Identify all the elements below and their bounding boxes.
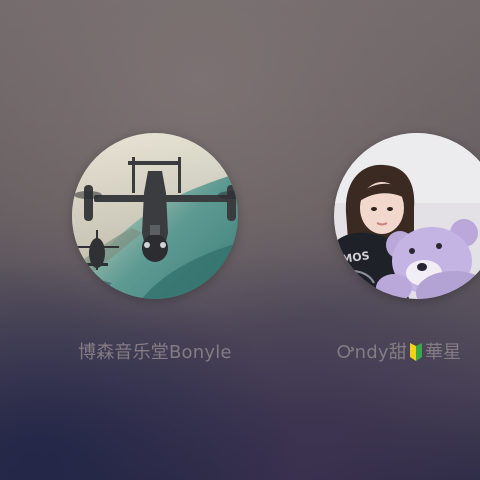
- contact-name-2-suffix: 華星: [424, 342, 462, 363]
- contact-name-1[interactable]: 博森音乐堂Bonyle: [78, 341, 232, 365]
- girl-with-teddy-bear-photo: MOS: [334, 133, 480, 299]
- contact-name-1-text: 博森音乐堂Bonyle: [78, 342, 232, 363]
- contact-avatar-1[interactable]: [72, 133, 238, 299]
- aircraft-photo: [72, 133, 238, 299]
- contact-avatar-2[interactable]: MOS: [334, 133, 480, 299]
- contact-name-2[interactable]: Ꭴndy甜 華星: [337, 341, 461, 365]
- contact-carousel: MOS 博森音乐堂Bonyle Ꭴndy甜 華星: [0, 0, 480, 480]
- beginner-mark-icon: [409, 343, 422, 361]
- contact-name-2-prefix: Ꭴndy甜: [337, 342, 407, 363]
